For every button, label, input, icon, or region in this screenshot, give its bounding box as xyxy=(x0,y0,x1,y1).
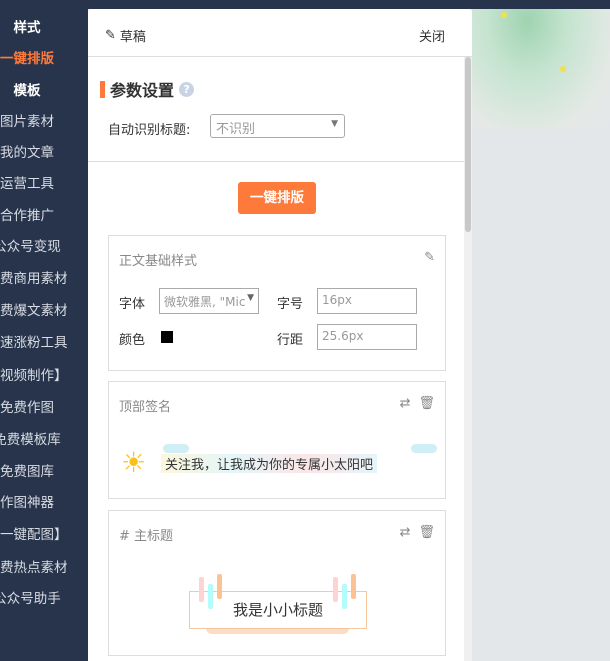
section-header: 参数设置 ? xyxy=(100,77,195,101)
sun-icon: ☀ xyxy=(121,446,147,479)
scrollbar-thumb[interactable] xyxy=(465,57,471,232)
sidebar-item[interactable]: 免费作图 xyxy=(0,396,87,416)
sidebar: 样式 一键排版 模板 图片素材 我的文章 运营工具 合作推广 公众号变现 免费商… xyxy=(0,0,88,661)
sidebar-item[interactable]: 公众号助手 xyxy=(0,587,87,607)
decor-peg xyxy=(333,577,338,602)
edit-icon: ✎ xyxy=(105,28,116,43)
sidebar-item[interactable]: 运营工具 xyxy=(0,172,87,192)
sidebar-item[interactable]: 免费商用素材 xyxy=(0,267,87,287)
sidebar-item-templates[interactable]: 模板 xyxy=(0,79,87,99)
sidebar-item[interactable]: 免费模板库 xyxy=(0,428,87,448)
trash-icon[interactable]: 🗑 xyxy=(418,525,435,540)
color-swatch[interactable] xyxy=(161,331,173,343)
decor-peg xyxy=(342,584,347,609)
help-icon[interactable]: ? xyxy=(179,81,195,97)
scrollbar[interactable] xyxy=(464,57,472,661)
decor-peg xyxy=(199,577,204,602)
size-input[interactable]: 16px xyxy=(317,288,417,314)
divider xyxy=(88,161,464,162)
cloud-icon xyxy=(163,444,189,453)
sidebar-item[interactable]: 快速涨粉工具 xyxy=(0,331,87,351)
sidebar-item[interactable]: 公众号变现 xyxy=(0,235,87,255)
section-title: 参数设置 xyxy=(110,81,175,100)
decor-peg xyxy=(208,584,213,609)
decor-dot xyxy=(560,66,566,72)
sidebar-item[interactable]: 免费爆文素材 xyxy=(0,299,87,319)
trash-icon[interactable]: 🗑 xyxy=(418,396,435,411)
auto-title-value: 不识别 xyxy=(216,122,256,137)
close-button[interactable]: 关闭 xyxy=(419,26,445,45)
title-preview: 我是小小标题 xyxy=(189,591,367,629)
watercolor-background xyxy=(472,9,610,129)
panel-header: ✎ 草稿 关闭 xyxy=(88,9,472,57)
cloud-icon xyxy=(411,444,437,453)
top-signature-card: 顶部签名 ⇄ 🗑 ☀ 关注我，让我成为你的专属小太阳吧 xyxy=(108,381,446,499)
size-label: 字号 xyxy=(277,297,304,312)
preview-area xyxy=(472,9,610,661)
auto-title-select[interactable]: 不识别 ▼ xyxy=(210,114,345,138)
draft-button[interactable]: ✎ 草稿 xyxy=(105,26,146,45)
section-accent-bar xyxy=(100,80,105,98)
draft-label: 草稿 xyxy=(119,30,146,45)
caret-down-icon: ▼ xyxy=(331,119,338,129)
color-label: 颜色 xyxy=(119,333,146,348)
signature-text: 关注我，让我成为你的专属小太阳吧 xyxy=(161,454,378,473)
line-height-input[interactable]: 25.6px xyxy=(317,324,417,350)
sidebar-item[interactable]: 作图神器 xyxy=(0,491,87,511)
top-bar xyxy=(0,0,610,9)
layout-panel: ✎ 草稿 关闭 参数设置 ? 自动识别标题: 不识别 ▼ 一键排版 正文基础样式… xyxy=(88,9,472,661)
one-click-layout-button[interactable]: 一键排版 xyxy=(238,182,316,214)
sidebar-item[interactable]: 合作推广 xyxy=(0,204,87,224)
sidebar-item[interactable]: 我的文章 xyxy=(0,141,87,161)
signature-preview: ☀ 关注我，让我成为你的专属小太阳吧 xyxy=(121,442,437,479)
auto-title-label: 自动识别标题: xyxy=(108,123,191,138)
line-height-label: 行距 xyxy=(277,333,304,348)
card-title: 顶部签名 xyxy=(119,400,172,415)
font-value: 微软雅黑, "Mic xyxy=(164,295,246,309)
sidebar-item[interactable]: 【一键配图】 xyxy=(0,523,87,543)
font-label: 字体 xyxy=(119,297,146,312)
sidebar-item-one-click-layout[interactable]: 一键排版 xyxy=(0,47,87,67)
edit-icon[interactable]: ✎ xyxy=(424,250,435,265)
font-select[interactable]: 微软雅黑, "Mic ▼ xyxy=(159,288,259,314)
card-title: # 主标题 xyxy=(119,529,174,544)
sidebar-item[interactable]: 图片素材 xyxy=(0,110,87,130)
decor-peg xyxy=(351,574,356,599)
decor-peg xyxy=(217,574,222,599)
sidebar-item[interactable]: 免费图库 xyxy=(0,460,87,480)
sidebar-item[interactable]: 免费热点素材 xyxy=(0,556,87,576)
swap-icon[interactable]: ⇄ xyxy=(400,396,411,411)
card-title: 正文基础样式 xyxy=(119,254,198,269)
swap-icon[interactable]: ⇄ xyxy=(400,525,411,540)
sidebar-item[interactable]: 【视频制作】 xyxy=(0,364,87,384)
decor-dot xyxy=(501,12,507,18)
main-title-card: # 主标题 ⇄ 🗑 我是小小标题 xyxy=(108,510,446,656)
base-style-card: 正文基础样式 ✎ 字体 微软雅黑, "Mic ▼ 字号 16px 颜色 行距 25… xyxy=(108,235,446,371)
sidebar-item-style[interactable]: 样式 xyxy=(0,16,87,36)
caret-down-icon: ▼ xyxy=(247,293,254,303)
